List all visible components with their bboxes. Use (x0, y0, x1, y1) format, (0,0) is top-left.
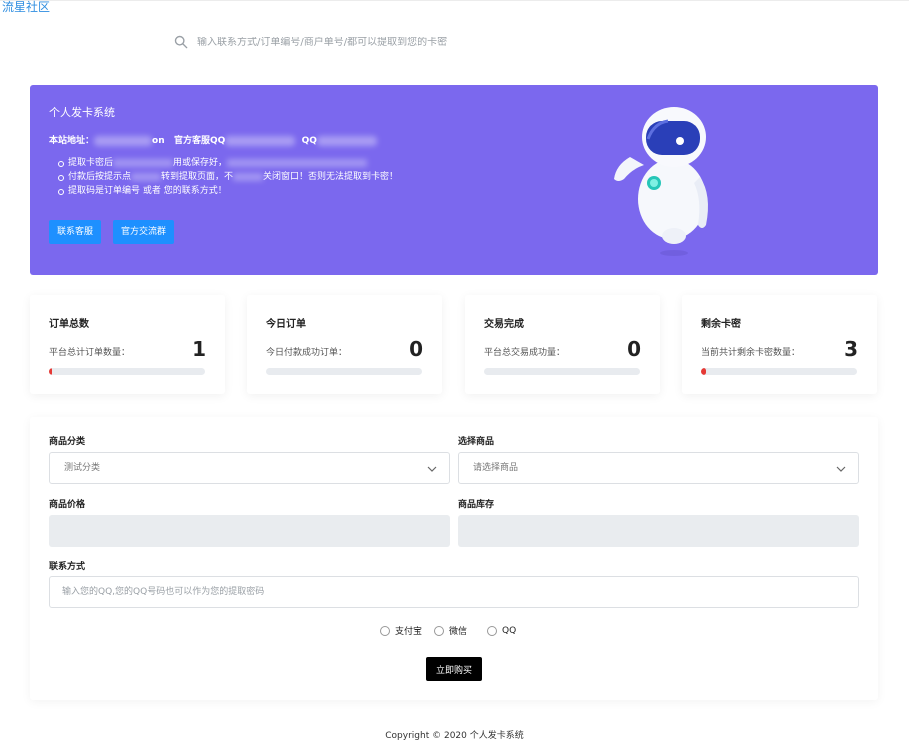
notice-item: 付款后按提示点 转到提取页面，不 关闭窗口！否则无法提取到卡密！ (58, 170, 398, 184)
site-address: 本站地址： on 官方客服QQ QQ (49, 133, 377, 146)
category-label: 商品分类 (49, 437, 86, 447)
redacted-qq (225, 135, 296, 146)
hero-banner: 个人发卡系统 本站地址： on 官方客服QQ QQ 提取卡密后 用或保存好， 付款后… (30, 85, 878, 275)
radio-button[interactable] (487, 625, 498, 636)
stat-progress (701, 368, 857, 375)
stat-card-completed: 交易完成 平台总交易成功量： 0 (465, 295, 660, 394)
payment-alipay[interactable]: 支付宝 (380, 624, 422, 637)
product-label: 选择商品 (458, 437, 495, 447)
product-value: 请选择商品 (473, 463, 519, 473)
footer-copyright: Copyright © 2020 个人发卡系统 (385, 731, 524, 741)
service-label: 官方客服QQ (174, 136, 226, 146)
stat-card-today-orders: 今日订单 今日付款成功订单： 0 (247, 295, 442, 394)
notice-item: 提取卡密后 用或保存好， (58, 156, 398, 170)
address-domain-tail: on (152, 136, 165, 146)
price-label: 商品价格 (49, 500, 86, 510)
stat-value: 3 (844, 337, 858, 361)
category-select[interactable]: 测试分类 (49, 452, 450, 484)
stat-value: 0 (627, 337, 641, 361)
progress-fill (49, 368, 53, 375)
product-select[interactable]: 请选择商品 (458, 452, 859, 484)
official-group-button[interactable]: 官方交流群 (113, 220, 175, 244)
search-icon (174, 35, 188, 49)
contact-service-button[interactable]: 联系客服 (49, 220, 102, 244)
stat-card-total-orders: 订单总数 平台总计订单数量： 1 (30, 295, 225, 394)
payment-wechat[interactable]: 微信 (434, 624, 467, 637)
address-label: 本站地址： (49, 136, 95, 146)
radio-button[interactable] (380, 625, 390, 636)
stat-card-remaining-cards: 剩余卡密 当前共计剩余卡密数量： 3 (682, 295, 877, 394)
stat-value: 1 (192, 337, 206, 361)
search-input[interactable] (197, 36, 577, 48)
category-value: 测试分类 (64, 463, 101, 473)
redacted-qq-2 (316, 135, 377, 146)
redacted-domain (94, 135, 153, 146)
site-title: 个人发卡系统 (49, 106, 115, 119)
contact-label: 联系方式 (49, 562, 86, 572)
stat-value: 0 (409, 337, 423, 361)
redacted-text (227, 158, 368, 167)
chevron-down-icon (836, 466, 846, 472)
stat-progress (266, 368, 422, 375)
redacted-text (131, 172, 162, 181)
stock-field (458, 515, 859, 547)
payment-options: 支付宝 微信 QQ (380, 624, 516, 637)
contact-input[interactable] (50, 577, 858, 607)
notice-item: 提取码是订单编号 或者 您的联系方式！ (58, 184, 398, 198)
redacted-text (113, 158, 174, 167)
payment-qq[interactable]: QQ (487, 625, 516, 636)
robot-illustration (614, 107, 708, 256)
contact-field[interactable] (49, 576, 859, 608)
radio-button[interactable] (434, 625, 445, 636)
stat-progress (484, 368, 640, 375)
progress-fill (701, 368, 706, 375)
notice-list: 提取卡密后 用或保存好， 付款后按提示点 转到提取页面，不 关闭窗口！否则无法提取到卡… (58, 156, 398, 198)
qq-label: QQ (301, 136, 317, 146)
chevron-down-icon (427, 466, 437, 472)
purchase-form: 商品分类 测试分类 选择商品 请选择商品 商品价格 商品库存 联系方式 支付宝 … (30, 417, 878, 700)
price-field (49, 515, 450, 547)
buy-now-button[interactable]: 立即购买 (426, 657, 482, 681)
stat-progress (49, 368, 205, 375)
brand-link[interactable]: 流星社区 (2, 0, 50, 14)
top-divider (0, 0, 909, 1)
order-search[interactable] (174, 33, 594, 51)
redacted-text (233, 172, 264, 181)
stock-label: 商品库存 (458, 500, 495, 510)
